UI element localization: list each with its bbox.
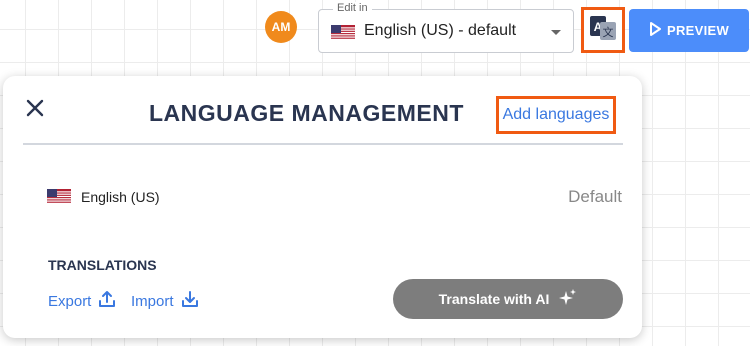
preview-button[interactable]: PREVIEW [629, 9, 749, 52]
edit-in-language-select[interactable]: Edit in English (US) - default [318, 2, 574, 53]
translate-button[interactable]: A 文 [581, 7, 625, 53]
sparkle-icon [559, 288, 577, 310]
translations-heading: TRANSLATIONS [48, 257, 157, 273]
play-icon [649, 22, 661, 39]
chevron-down-icon [551, 30, 561, 35]
us-flag-icon [47, 189, 71, 209]
translate-icon: A 文 [588, 14, 618, 47]
divider [23, 143, 623, 145]
user-avatar[interactable]: AM [265, 11, 297, 43]
language-name: English (US) [81, 189, 160, 205]
page-title: LANGUAGE MANAGEMENT [149, 100, 464, 126]
edit-in-label: Edit in [333, 2, 372, 14]
close-icon[interactable] [25, 98, 45, 118]
import-button[interactable]: Import [131, 290, 199, 312]
preview-label: PREVIEW [666, 23, 730, 38]
import-label: Import [131, 292, 174, 310]
edit-in-value: English (US) - default [364, 22, 517, 39]
export-label: Export [48, 292, 92, 310]
us-flag-icon [331, 25, 355, 45]
export-button[interactable]: Export [48, 290, 116, 312]
language-status: Default [568, 187, 622, 206]
svg-text:文: 文 [603, 25, 614, 39]
import-icon [181, 290, 199, 312]
language-management-panel: LANGUAGE MANAGEMENT Add languages Englis… [3, 76, 642, 338]
translate-with-ai-button[interactable]: Translate with AI [393, 279, 623, 319]
export-icon [98, 290, 116, 312]
add-languages-link[interactable]: Add languages [496, 96, 616, 134]
translate-with-ai-label: Translate with AI [438, 291, 550, 307]
